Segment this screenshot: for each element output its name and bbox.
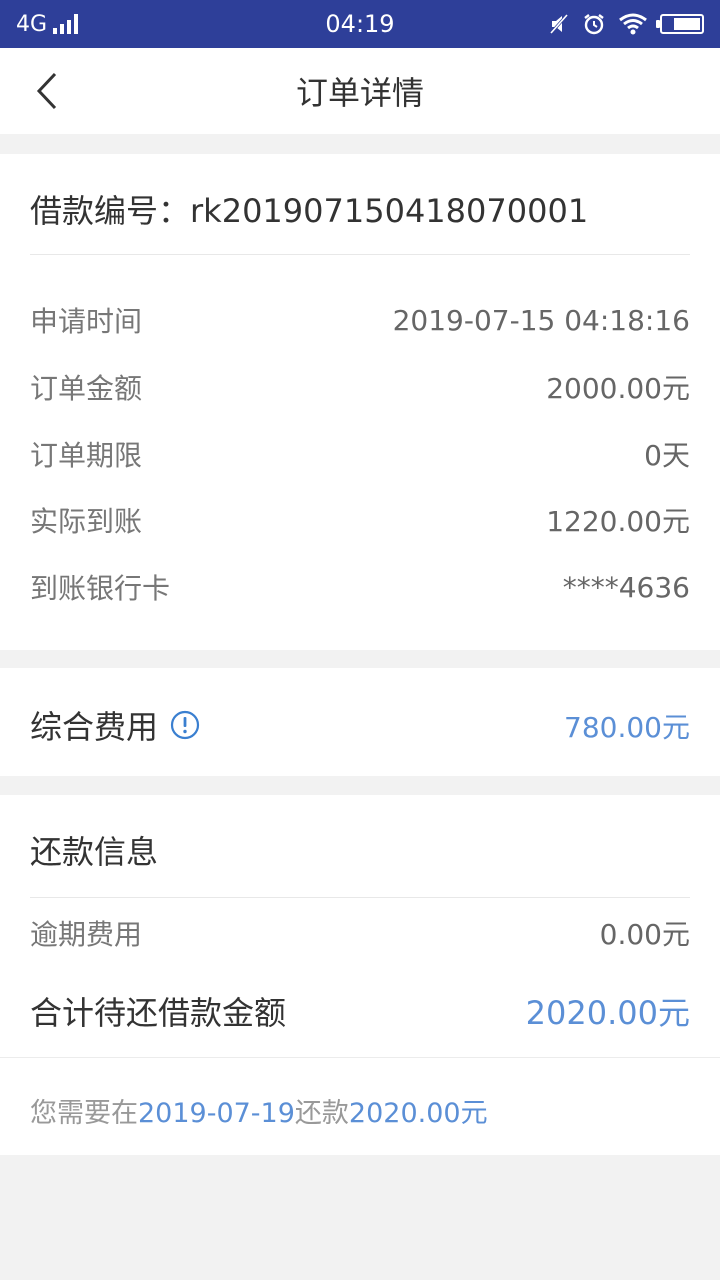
loan-number-label: 借款编号： <box>30 192 191 230</box>
repayment-title: 还款信息 <box>30 833 159 871</box>
wifi-icon <box>619 13 647 35</box>
network-type: 4G <box>16 11 48 37</box>
fee-label-group: 综合费用 <box>30 702 200 748</box>
detail-label: 实际到账 <box>30 505 143 538</box>
notice-date: 2019-07-19 <box>138 1098 295 1129</box>
repayment-notice: 您需要在2019-07-19还款2020.00元 <box>30 1091 488 1130</box>
detail-label: 申请时间 <box>30 305 143 338</box>
detail-label: 到账银行卡 <box>30 572 171 605</box>
nav-bar: 订单详情 <box>0 48 720 134</box>
fee-label: 综合费用 <box>30 708 159 746</box>
fee-card: 综合费用 780.00元 <box>0 668 720 776</box>
divider <box>0 1057 720 1058</box>
total-due-label: 合计待还借款金额 <box>30 994 287 1032</box>
page-title: 订单详情 <box>295 74 424 112</box>
notice-amount: 2020.00元 <box>348 1098 488 1129</box>
notice-middle: 还款 <box>294 1098 349 1129</box>
detail-value: 0天 <box>644 439 690 472</box>
detail-label: 订单金额 <box>30 372 143 405</box>
repayment-card: 还款信息 逾期费用 0.00元 合计待还借款金额 2020.00元 您需要在20… <box>0 795 720 1155</box>
alarm-icon <box>584 14 604 35</box>
loan-detail-card: 借款编号：rk201907150418070001 申请时间 2019-07-1… <box>0 154 720 650</box>
loan-number-value: rk201907150418070001 <box>190 192 589 230</box>
signal-icon <box>53 14 79 34</box>
divider <box>30 897 690 898</box>
info-circle-icon[interactable] <box>170 710 200 740</box>
status-bar: 4G 04:19 <box>0 0 720 48</box>
overdue-fee-label: 逾期费用 <box>30 918 143 951</box>
overdue-fee-value: 0.00元 <box>599 918 690 951</box>
divider <box>30 254 690 255</box>
mute-icon <box>549 14 569 34</box>
detail-row-order-term: 订单期限 0天 <box>30 434 690 474</box>
network-indicator: 4G <box>16 11 79 37</box>
detail-row-apply-time: 申请时间 2019-07-15 04:18:16 <box>30 300 690 340</box>
battery-icon <box>656 14 704 34</box>
detail-row-bank-card: 到账银行卡 ****4636 <box>30 567 690 607</box>
chevron-left-icon <box>36 72 57 110</box>
notice-prefix: 您需要在 <box>30 1098 138 1129</box>
detail-value: ****4636 <box>562 570 690 604</box>
detail-row-order-amount: 订单金额 2000.00元 <box>30 367 690 407</box>
detail-row-actual-received: 实际到账 1220.00元 <box>30 500 690 540</box>
detail-value: 1220.00元 <box>546 505 690 538</box>
detail-value: 2000.00元 <box>546 372 690 405</box>
overdue-fee-row: 逾期费用 0.00元 <box>30 913 690 953</box>
back-button[interactable] <box>24 68 70 114</box>
status-icons <box>548 12 704 36</box>
detail-value: 2019-07-15 04:18:16 <box>392 303 690 337</box>
detail-label: 订单期限 <box>30 439 143 472</box>
loan-number: 借款编号：rk201907150418070001 <box>30 186 588 232</box>
total-due-value: 2020.00元 <box>525 994 690 1032</box>
fee-value: 780.00元 <box>564 711 690 744</box>
